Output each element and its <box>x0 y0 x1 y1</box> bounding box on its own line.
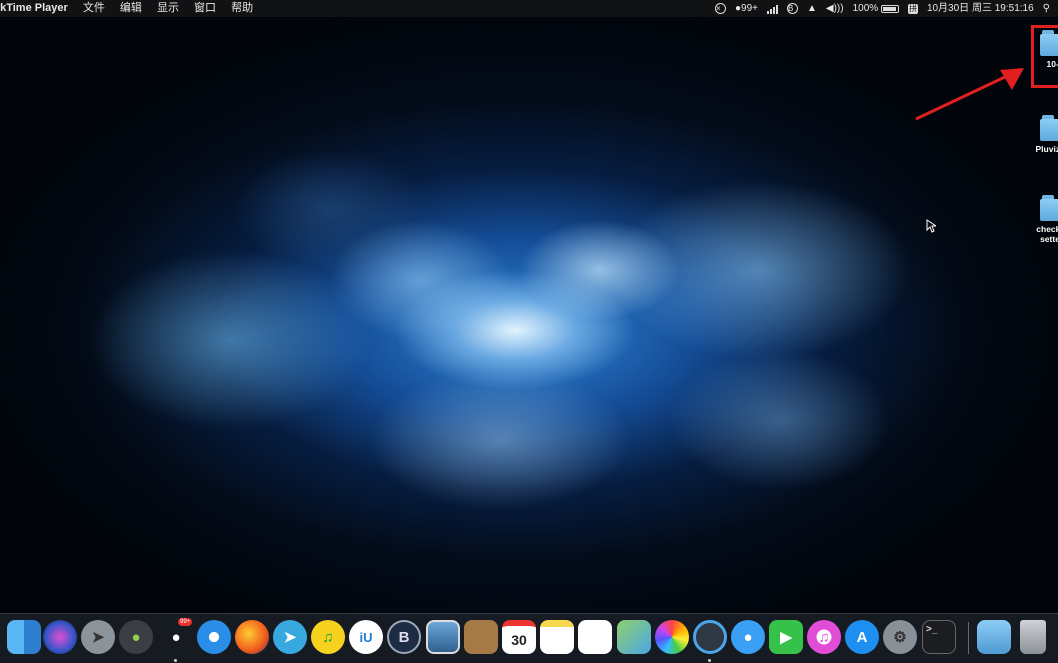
volume-icon[interactable]: ◀))) <box>826 0 844 17</box>
menu-window[interactable]: 窗口 <box>194 2 216 14</box>
downloads-folder-icon[interactable] <box>977 620 1011 654</box>
qq-dock-badge: 99+ <box>178 618 193 626</box>
maps-icon[interactable] <box>617 620 651 654</box>
spotlight-search-icon[interactable]: ⚲ <box>1043 0 1050 17</box>
qq-status[interactable]: ● 99+ <box>735 0 758 17</box>
battery-icon <box>880 4 899 13</box>
red-arrow-annotation <box>915 68 1024 121</box>
quicktime-icon[interactable] <box>693 620 727 654</box>
finder-icon[interactable] <box>7 620 41 654</box>
desktop-folder[interactable]: Pluviz iP <box>1025 115 1058 154</box>
menu-file[interactable]: 文件 <box>83 2 105 14</box>
itools-icon[interactable]: iU <box>349 620 383 654</box>
dock: ➤ ● ● ➤ ♫ iU B 30 ● ▶ ♫ A ⚙ >_ <box>0 613 1058 663</box>
bluetooth-icon[interactable]: B <box>786 3 798 14</box>
menu-view[interactable]: 显示 <box>157 2 179 14</box>
calendar-icon[interactable]: 30 <box>502 620 536 654</box>
terminal-icon[interactable]: >_ <box>922 620 956 654</box>
qq-music-icon[interactable]: ♫ <box>311 620 345 654</box>
menu-help[interactable]: 帮助 <box>231 2 253 14</box>
clock[interactable]: 10月30日 周三 19:51:16 <box>927 0 1034 17</box>
telegram-icon[interactable]: ➤ <box>273 620 307 654</box>
android-file-transfer-icon[interactable]: ● <box>119 620 153 654</box>
desktop-item-label: checkr sette <box>1036 224 1058 244</box>
facetime-icon[interactable]: ▶ <box>769 620 803 654</box>
highlight-box <box>1031 25 1058 88</box>
desktop-folder[interactable]: checkr sette <box>1025 195 1058 244</box>
trash-icon[interactable] <box>1020 620 1046 654</box>
close-circle-icon[interactable]: × <box>714 3 726 14</box>
b-app-icon[interactable]: B <box>387 620 421 654</box>
menu-edit[interactable]: 编辑 <box>120 2 142 14</box>
input-method-icon[interactable]: 拼 <box>907 3 918 14</box>
preview-icon[interactable] <box>426 620 460 654</box>
signal-icon[interactable] <box>766 4 778 14</box>
desktop-item-label: Pluviz iP <box>1035 144 1058 154</box>
photos-icon[interactable] <box>655 620 689 654</box>
desktop-wallpaper <box>0 0 1058 662</box>
archive-icon[interactable] <box>464 620 498 654</box>
battery-percent: 100% <box>852 3 879 14</box>
notes-icon[interactable] <box>540 620 574 654</box>
folder-icon <box>1040 115 1058 141</box>
siri-icon[interactable] <box>43 620 77 654</box>
app-store-icon[interactable]: A <box>845 620 879 654</box>
safari-icon[interactable] <box>197 620 231 654</box>
airplay-icon[interactable]: ▲ <box>807 0 817 17</box>
reminders-icon[interactable] <box>578 620 612 654</box>
dock-separator <box>968 622 969 654</box>
firefox-icon[interactable] <box>235 620 269 654</box>
system-preferences-icon[interactable]: ⚙ <box>883 620 917 654</box>
launchpad-icon[interactable]: ➤ <box>81 620 115 654</box>
qq-count: 99+ <box>741 3 758 14</box>
folder-icon <box>1040 195 1058 221</box>
app-menu[interactable]: ckTime Player <box>0 2 68 14</box>
battery-status[interactable]: 100% <box>853 0 899 17</box>
messages-icon[interactable]: ● <box>731 620 765 654</box>
mouse-cursor-icon <box>926 219 936 233</box>
menu-bar: ckTime Player 文件 编辑 显示 窗口 帮助 × ● 99+ B ▲… <box>0 0 1058 17</box>
itunes-icon[interactable]: ♫ <box>807 620 841 654</box>
